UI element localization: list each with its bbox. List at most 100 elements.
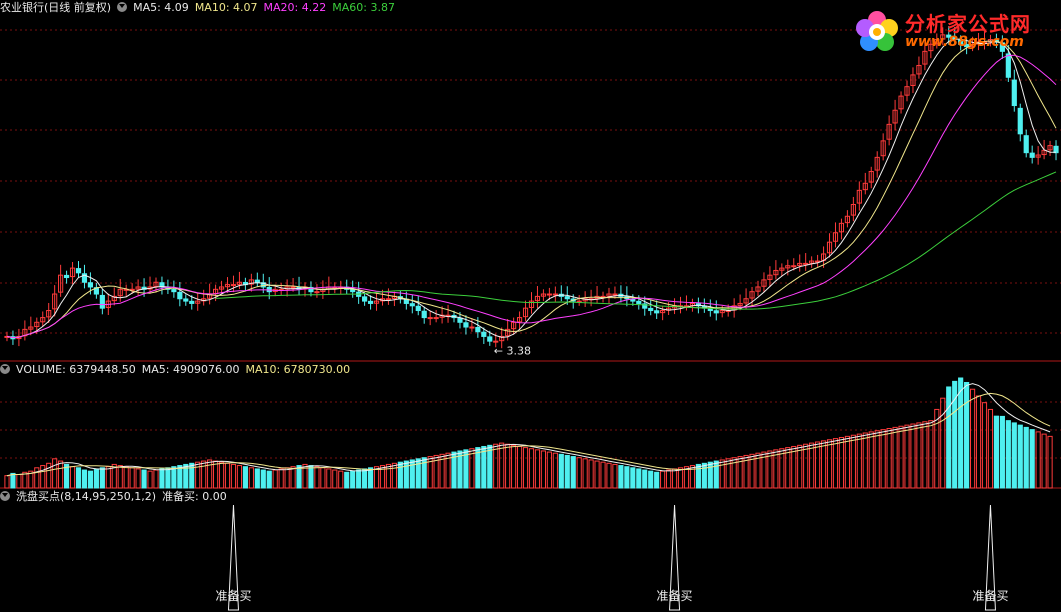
volume-bar-down [570,456,576,489]
volume-bar-down [350,470,356,489]
volume-bar-down [308,465,314,489]
candle-down [654,310,660,314]
volume-bar-up [320,467,326,489]
volume-bar-up [22,471,28,489]
volume-bar-up [230,463,237,489]
candle-down [171,289,177,293]
volume-bar-up [582,458,588,489]
volume-bar-up [338,470,344,489]
candle-down [177,291,183,300]
volume-panel-header: VOLUME: 6379448.50 MA5: 4909076.00 MA10: 6… [0,362,356,378]
volume-bar-up [516,445,523,489]
volume-bar-down [618,465,624,489]
volume-bar-up [385,463,392,489]
volume-bar-down [397,461,403,489]
candle-down [362,296,368,302]
volume-bar-down [558,453,564,489]
volume-bar-down [141,469,147,489]
candle-down [463,322,469,328]
volume-bar-up [803,443,809,489]
volume-bar-up [195,461,201,489]
candle-down [415,305,421,312]
volume-bar-down [242,466,248,489]
volume-bar-down [695,463,701,489]
volume-bar-up [809,442,815,489]
indicator-panel-header: 洗盘买点(8,14,95,250,1,2) 准备买: 0.00 [0,489,233,505]
candle-down [481,331,487,337]
volume-bar-up [511,444,517,489]
volume-bar-up [505,443,511,489]
volume-bar-up [612,463,618,489]
volume-bar-up [719,459,725,489]
candle-up [576,300,582,303]
volume-bar-down [1029,429,1035,489]
volume-bar-up [207,459,213,489]
candle-up [791,265,797,268]
chevron-down-icon[interactable] [0,364,10,374]
volume-label: VOLUME: 6379448.50 [16,363,136,376]
volume-bar-down [487,444,493,489]
volume-bar-up [975,395,982,489]
volume-bar-down [165,467,171,489]
volume-bar-down [177,465,183,489]
volume-bar-down [1023,426,1029,489]
flower-logo-icon [856,11,898,51]
volume-bar-down [403,460,409,489]
volume-bar-up [391,462,397,489]
volume-bar-up [928,420,934,489]
volume-bar-down [999,415,1005,489]
volume-bar-up [677,467,684,489]
volume-bar-up [546,451,552,489]
candle-up [385,298,392,301]
candle-down [99,294,105,309]
volume-bar-down [159,468,165,489]
buy-signal-label: 准备买 [215,589,251,603]
volume-bar-up [910,423,916,489]
candle-down [1017,107,1023,135]
volume-bar-up [58,460,64,489]
price-panel-header: 农业银行(日线 前复权) MA5: 4.09 MA10: 4.07 MA20: 4.2… [0,0,401,16]
ma5-label: MA5: 4.09 [133,1,189,14]
volume-bar-down [958,377,964,489]
candle-down [564,296,570,300]
volume-bar-down [367,467,374,489]
volume-bar-up [922,421,928,489]
volume-bar-up [34,467,40,489]
volume-bar-up [1047,435,1053,489]
volume-bar-up [40,465,46,489]
chevron-down-icon[interactable] [117,2,128,12]
volume-bar-up [105,466,111,489]
candle-down [713,310,719,314]
logo-brand-text: 分析家公式网 [905,12,1031,36]
volume-bar-up [666,469,672,489]
volume-bar-down [1005,420,1011,489]
candle-up [546,293,552,296]
ma20-label: MA20: 4.22 [263,1,327,14]
volume-bar-up [904,424,910,489]
volume-bar-up [153,469,159,489]
volume-bar-up [16,474,22,489]
volume-bar-down [260,469,266,489]
volume-bar-down [701,462,707,489]
candle-up [290,286,296,289]
volume-bar-up [290,466,296,489]
volume-bar-down [481,445,487,489]
volume-bar-up [791,445,797,489]
candle-down [475,326,481,333]
volume-bar-down [475,447,481,489]
volume-bar-down [356,469,362,489]
volume-bar-down [254,468,260,489]
chevron-down-icon[interactable] [0,491,10,501]
candle-up [612,293,618,296]
volume-bar-down [10,472,16,489]
candle-down [87,282,94,288]
candle-up [552,293,558,296]
candle-down [254,279,260,283]
volume-bar-down [993,415,1000,489]
volume-bar-up [540,450,547,489]
volume-bar-up [588,459,594,489]
volume-bar-up [69,466,76,489]
volume-bar-up [850,434,856,489]
volume-bar-up [469,448,475,489]
volume-bar-up [844,435,850,489]
